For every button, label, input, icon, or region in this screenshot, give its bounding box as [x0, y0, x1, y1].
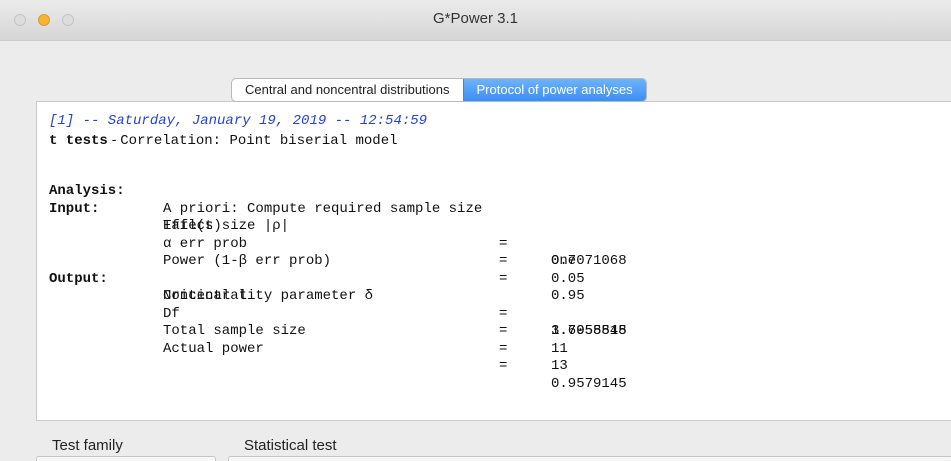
input-row: Power (1-β err prob) = 0.95: [49, 236, 585, 304]
test-separator: -: [107, 130, 121, 147]
equals-sign: =: [499, 340, 508, 357]
test-family-label: Test family: [52, 437, 123, 454]
param-value: 0.7071068: [551, 253, 627, 269]
analysis-line: Analysis: A priori: Compute required sam…: [49, 166, 482, 217]
param-value: 1.7958848: [551, 323, 627, 339]
window-title: G*Power 3.1: [432, 10, 519, 27]
equals-sign: =: [499, 305, 508, 322]
output-row: Actual power = 0.9579145: [49, 323, 627, 392]
param-value: 11: [551, 340, 568, 357]
protocol-header: [1] -- Saturday, January 19, 2019 -- 12:…: [49, 113, 428, 129]
statistical-test-select[interactable]: [228, 456, 951, 461]
test-name: Correlation: Point biserial model: [120, 132, 398, 149]
input-row: Input: Tail(s) = One: [49, 183, 576, 270]
output-row: Output: Noncentrality parameter δ = 3.60…: [49, 253, 627, 340]
protocol-panel[interactable]: [1] -- Saturday, January 19, 2019 -- 12:…: [36, 101, 951, 421]
test-family-name: t tests: [49, 132, 108, 149]
title-bar: G*Power 3.1: [0, 0, 951, 41]
input-row: α err prob = 0.05: [49, 218, 585, 287]
output-row: Total sample size = 13: [49, 306, 568, 374]
param-name: Actual power: [163, 340, 264, 357]
param-value: 0.95: [551, 288, 585, 304]
equals-sign: =: [499, 358, 508, 374]
tab-protocol-of-power-analyses[interactable]: Protocol of power analyses: [462, 79, 646, 101]
param-value: 13: [551, 358, 568, 374]
param-value: 0.05: [551, 270, 585, 287]
test-family-select[interactable]: [36, 456, 216, 461]
test-line: t tests - Correlation: Point biserial mo…: [49, 131, 427, 149]
statistical-test-label: Statistical test: [244, 437, 337, 454]
equals-sign: =: [499, 270, 508, 287]
tab-central-noncentral-distributions[interactable]: Central and noncentral distributions: [232, 79, 463, 101]
output-row: Critical t = 1.7958848: [49, 271, 627, 339]
output-row: Df = 11: [49, 288, 568, 357]
param-value: 0.9579145: [551, 375, 627, 392]
equals-sign: =: [499, 253, 508, 269]
protocol-text: [1] -- Saturday, January 19, 2019 -- 12:…: [49, 113, 627, 392]
equals-sign: =: [499, 323, 508, 339]
view-tabs: Central and noncentral distributions Pro…: [231, 78, 647, 102]
equals-sign: =: [499, 235, 508, 252]
input-row: Effect size |ρ| = 0.7071068: [49, 201, 627, 269]
